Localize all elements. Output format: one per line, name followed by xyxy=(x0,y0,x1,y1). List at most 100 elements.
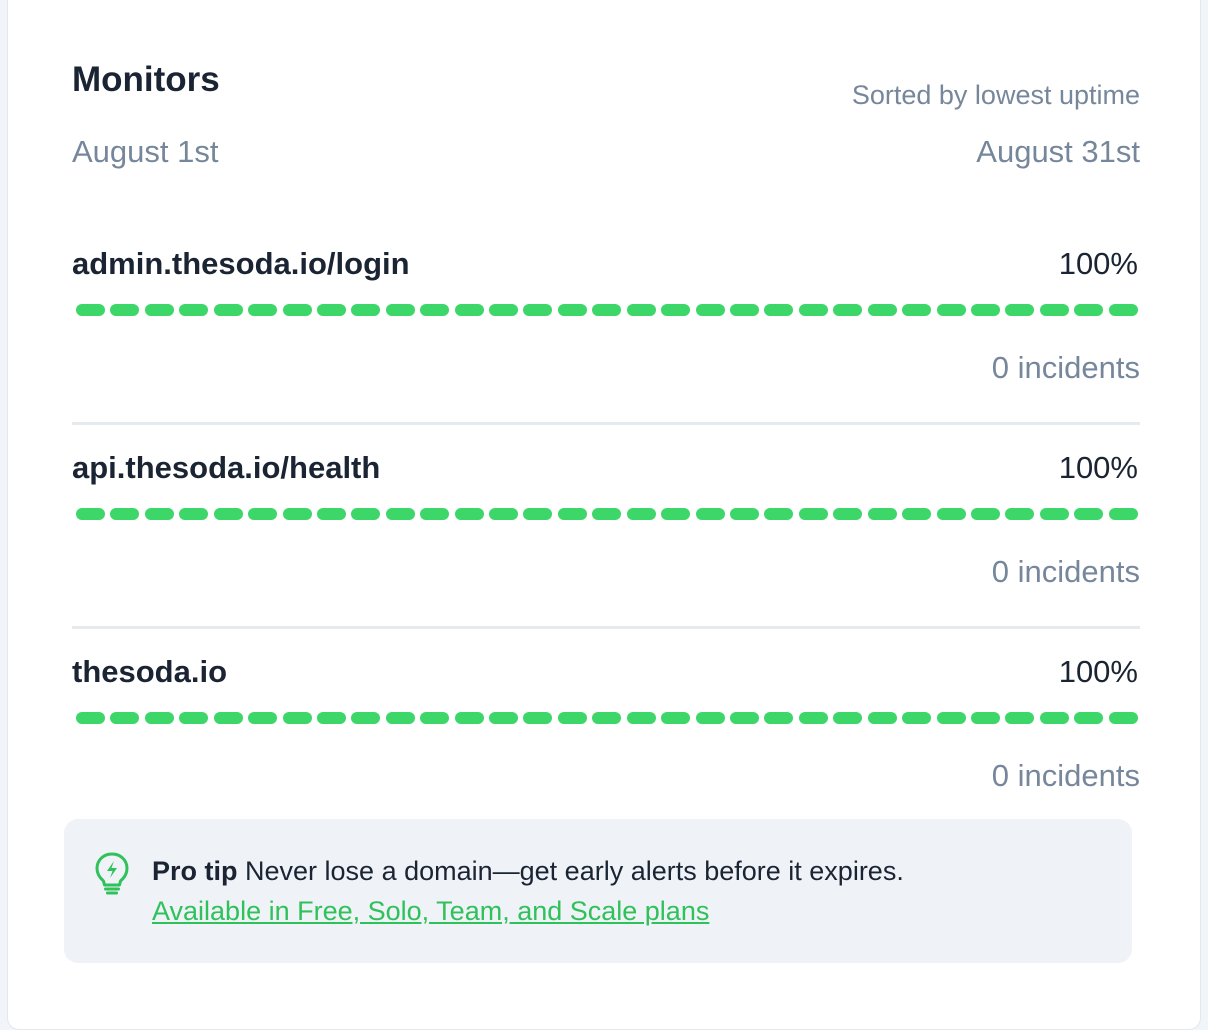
uptime-day-bar[interactable] xyxy=(833,712,863,724)
uptime-day-bar[interactable] xyxy=(970,712,1000,724)
uptime-day-bar[interactable] xyxy=(179,304,209,316)
uptime-day-bar[interactable] xyxy=(798,712,828,724)
uptime-day-bar[interactable] xyxy=(798,508,828,520)
uptime-day-bar[interactable] xyxy=(1005,508,1035,520)
uptime-day-bar[interactable] xyxy=(454,712,484,724)
uptime-day-bar[interactable] xyxy=(695,304,725,316)
uptime-day-bar[interactable] xyxy=(489,508,519,520)
uptime-day-bar[interactable] xyxy=(1074,508,1104,520)
uptime-day-bar[interactable] xyxy=(936,304,966,316)
uptime-day-bar[interactable] xyxy=(592,712,622,724)
uptime-day-bar[interactable] xyxy=(557,712,587,724)
uptime-day-bar[interactable] xyxy=(902,712,932,724)
uptime-day-bar[interactable] xyxy=(1108,508,1138,520)
uptime-day-bar[interactable] xyxy=(248,712,278,724)
uptime-day-bar[interactable] xyxy=(282,508,312,520)
uptime-day-bar[interactable] xyxy=(213,304,243,316)
uptime-day-bar[interactable] xyxy=(1108,304,1138,316)
uptime-day-bar[interactable] xyxy=(179,712,209,724)
uptime-day-bar[interactable] xyxy=(385,712,415,724)
uptime-day-bar[interactable] xyxy=(1039,508,1069,520)
uptime-day-bar[interactable] xyxy=(695,508,725,520)
uptime-day-bar[interactable] xyxy=(523,304,553,316)
uptime-day-bar[interactable] xyxy=(764,304,794,316)
uptime-day-bar[interactable] xyxy=(557,304,587,316)
uptime-day-bar[interactable] xyxy=(385,304,415,316)
monitor-name[interactable]: api.thesoda.io/health xyxy=(72,447,380,489)
uptime-day-bar[interactable] xyxy=(730,508,760,520)
uptime-day-bar[interactable] xyxy=(420,304,450,316)
uptime-day-bar[interactable] xyxy=(179,508,209,520)
uptime-day-bar[interactable] xyxy=(592,304,622,316)
uptime-day-bar[interactable] xyxy=(798,304,828,316)
uptime-day-bar[interactable] xyxy=(626,304,656,316)
uptime-day-bar[interactable] xyxy=(316,508,346,520)
uptime-day-bar[interactable] xyxy=(316,712,346,724)
uptime-day-bar[interactable] xyxy=(213,508,243,520)
uptime-day-bar[interactable] xyxy=(282,304,312,316)
plans-link[interactable]: Available in Free, Solo, Team, and Scale… xyxy=(152,891,709,931)
uptime-day-bar[interactable] xyxy=(1074,712,1104,724)
uptime-day-bar[interactable] xyxy=(316,304,346,316)
uptime-day-bar[interactable] xyxy=(454,304,484,316)
uptime-day-bar[interactable] xyxy=(489,304,519,316)
uptime-day-bar[interactable] xyxy=(592,508,622,520)
uptime-day-bar[interactable] xyxy=(351,304,381,316)
uptime-day-bar[interactable] xyxy=(248,304,278,316)
sort-label[interactable]: Sorted by lowest uptime xyxy=(852,79,1140,111)
uptime-day-bar[interactable] xyxy=(970,304,1000,316)
uptime-day-bar[interactable] xyxy=(902,508,932,520)
uptime-day-bar[interactable] xyxy=(557,508,587,520)
uptime-day-bar[interactable] xyxy=(833,304,863,316)
uptime-day-bar[interactable] xyxy=(76,304,105,316)
uptime-day-bar[interactable] xyxy=(695,712,725,724)
uptime-day-bar[interactable] xyxy=(764,712,794,724)
uptime-day-bar[interactable] xyxy=(833,508,863,520)
uptime-day-bar[interactable] xyxy=(213,712,243,724)
uptime-day-bar[interactable] xyxy=(1005,304,1035,316)
uptime-day-bar[interactable] xyxy=(282,712,312,724)
monitor-row[interactable]: api.thesoda.io/health 100% 0 incidents xyxy=(72,422,1140,626)
uptime-day-bar[interactable] xyxy=(144,712,174,724)
uptime-day-bar[interactable] xyxy=(936,508,966,520)
uptime-day-bar[interactable] xyxy=(661,304,691,316)
uptime-day-bar[interactable] xyxy=(970,508,1000,520)
uptime-day-bar[interactable] xyxy=(626,712,656,724)
uptime-day-bar[interactable] xyxy=(1039,712,1069,724)
uptime-day-bar[interactable] xyxy=(420,508,450,520)
uptime-day-bar[interactable] xyxy=(523,508,553,520)
uptime-day-bar[interactable] xyxy=(730,304,760,316)
uptime-day-bar[interactable] xyxy=(867,304,897,316)
uptime-day-bar[interactable] xyxy=(902,304,932,316)
uptime-day-bar[interactable] xyxy=(661,712,691,724)
uptime-day-bar[interactable] xyxy=(523,712,553,724)
monitor-row[interactable]: admin.thesoda.io/login 100% 0 incidents xyxy=(72,221,1140,422)
uptime-day-bar[interactable] xyxy=(144,508,174,520)
uptime-day-bar[interactable] xyxy=(385,508,415,520)
uptime-day-bar[interactable] xyxy=(1108,712,1138,724)
uptime-day-bar[interactable] xyxy=(730,712,760,724)
uptime-day-bar[interactable] xyxy=(626,508,656,520)
uptime-day-bar[interactable] xyxy=(867,508,897,520)
uptime-day-bar[interactable] xyxy=(351,508,381,520)
uptime-day-bar[interactable] xyxy=(867,712,897,724)
uptime-day-bar[interactable] xyxy=(1074,304,1104,316)
monitor-row[interactable]: thesoda.io 100% 0 incidents xyxy=(72,626,1140,830)
uptime-day-bar[interactable] xyxy=(110,304,140,316)
uptime-day-bar[interactable] xyxy=(110,712,140,724)
uptime-day-bar[interactable] xyxy=(144,304,174,316)
uptime-day-bar[interactable] xyxy=(76,712,105,724)
uptime-day-bar[interactable] xyxy=(351,712,381,724)
uptime-day-bar[interactable] xyxy=(248,508,278,520)
uptime-day-bar[interactable] xyxy=(936,712,966,724)
monitor-name[interactable]: admin.thesoda.io/login xyxy=(72,243,410,285)
uptime-day-bar[interactable] xyxy=(489,712,519,724)
uptime-day-bar[interactable] xyxy=(454,508,484,520)
uptime-day-bar[interactable] xyxy=(76,508,105,520)
uptime-day-bar[interactable] xyxy=(661,508,691,520)
uptime-day-bar[interactable] xyxy=(1005,712,1035,724)
uptime-day-bar[interactable] xyxy=(764,508,794,520)
uptime-day-bar[interactable] xyxy=(110,508,140,520)
monitor-name[interactable]: thesoda.io xyxy=(72,651,227,693)
uptime-day-bar[interactable] xyxy=(1039,304,1069,316)
